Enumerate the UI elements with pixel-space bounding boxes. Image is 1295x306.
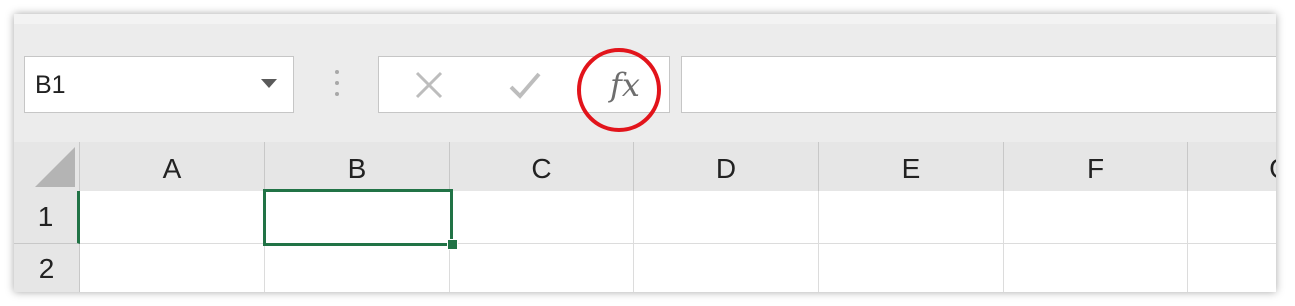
cell-f2[interactable] [1004,244,1188,292]
cell-b1-selected[interactable] [263,189,453,246]
close-icon [415,71,443,98]
column-header-b[interactable]: B [265,142,450,191]
row-header-1[interactable]: 1 [14,191,80,244]
cell-d2[interactable] [634,244,819,292]
enter-button[interactable] [485,57,565,112]
cell-c2[interactable] [450,244,634,292]
cell-b2[interactable] [265,244,450,292]
chevron-down-icon[interactable] [261,79,277,88]
check-icon [509,72,541,99]
cell-e1[interactable] [819,191,1004,244]
column-header-row: A B C D E F G [14,142,1276,192]
column-header-d[interactable]: D [634,142,819,191]
row-header-2[interactable]: 2 [14,244,80,292]
select-all-button[interactable] [14,142,80,191]
worksheet-grid: A B C D E F G 1 2 [14,142,1276,292]
cell-g2[interactable] [1188,244,1276,292]
name-box[interactable]: B1 [24,56,294,113]
column-header-a[interactable]: A [80,142,265,191]
formula-input[interactable] [681,56,1276,113]
formula-bar: B1 fx [14,24,1276,142]
select-all-icon [35,147,75,187]
column-header-e[interactable]: E [819,142,1004,191]
cancel-button[interactable] [389,57,469,112]
column-header-g[interactable]: G [1188,142,1276,191]
excel-window: B1 fx A B C D E F 1 2 [14,14,1276,292]
cell-f1[interactable] [1004,191,1188,244]
cell-a1[interactable] [80,191,265,244]
cell-a2[interactable] [80,244,265,292]
name-box-value: B1 [35,71,66,99]
cell-d1[interactable] [634,191,819,244]
cell-g1[interactable] [1188,191,1276,244]
column-header-c[interactable]: C [450,142,634,191]
column-header-f[interactable]: F [1004,142,1188,191]
cell-c1[interactable] [450,191,634,244]
formula-bar-grip-icon[interactable] [335,70,339,100]
fill-handle[interactable] [447,239,458,250]
highlight-circle [577,48,661,132]
cell-e2[interactable] [819,244,1004,292]
